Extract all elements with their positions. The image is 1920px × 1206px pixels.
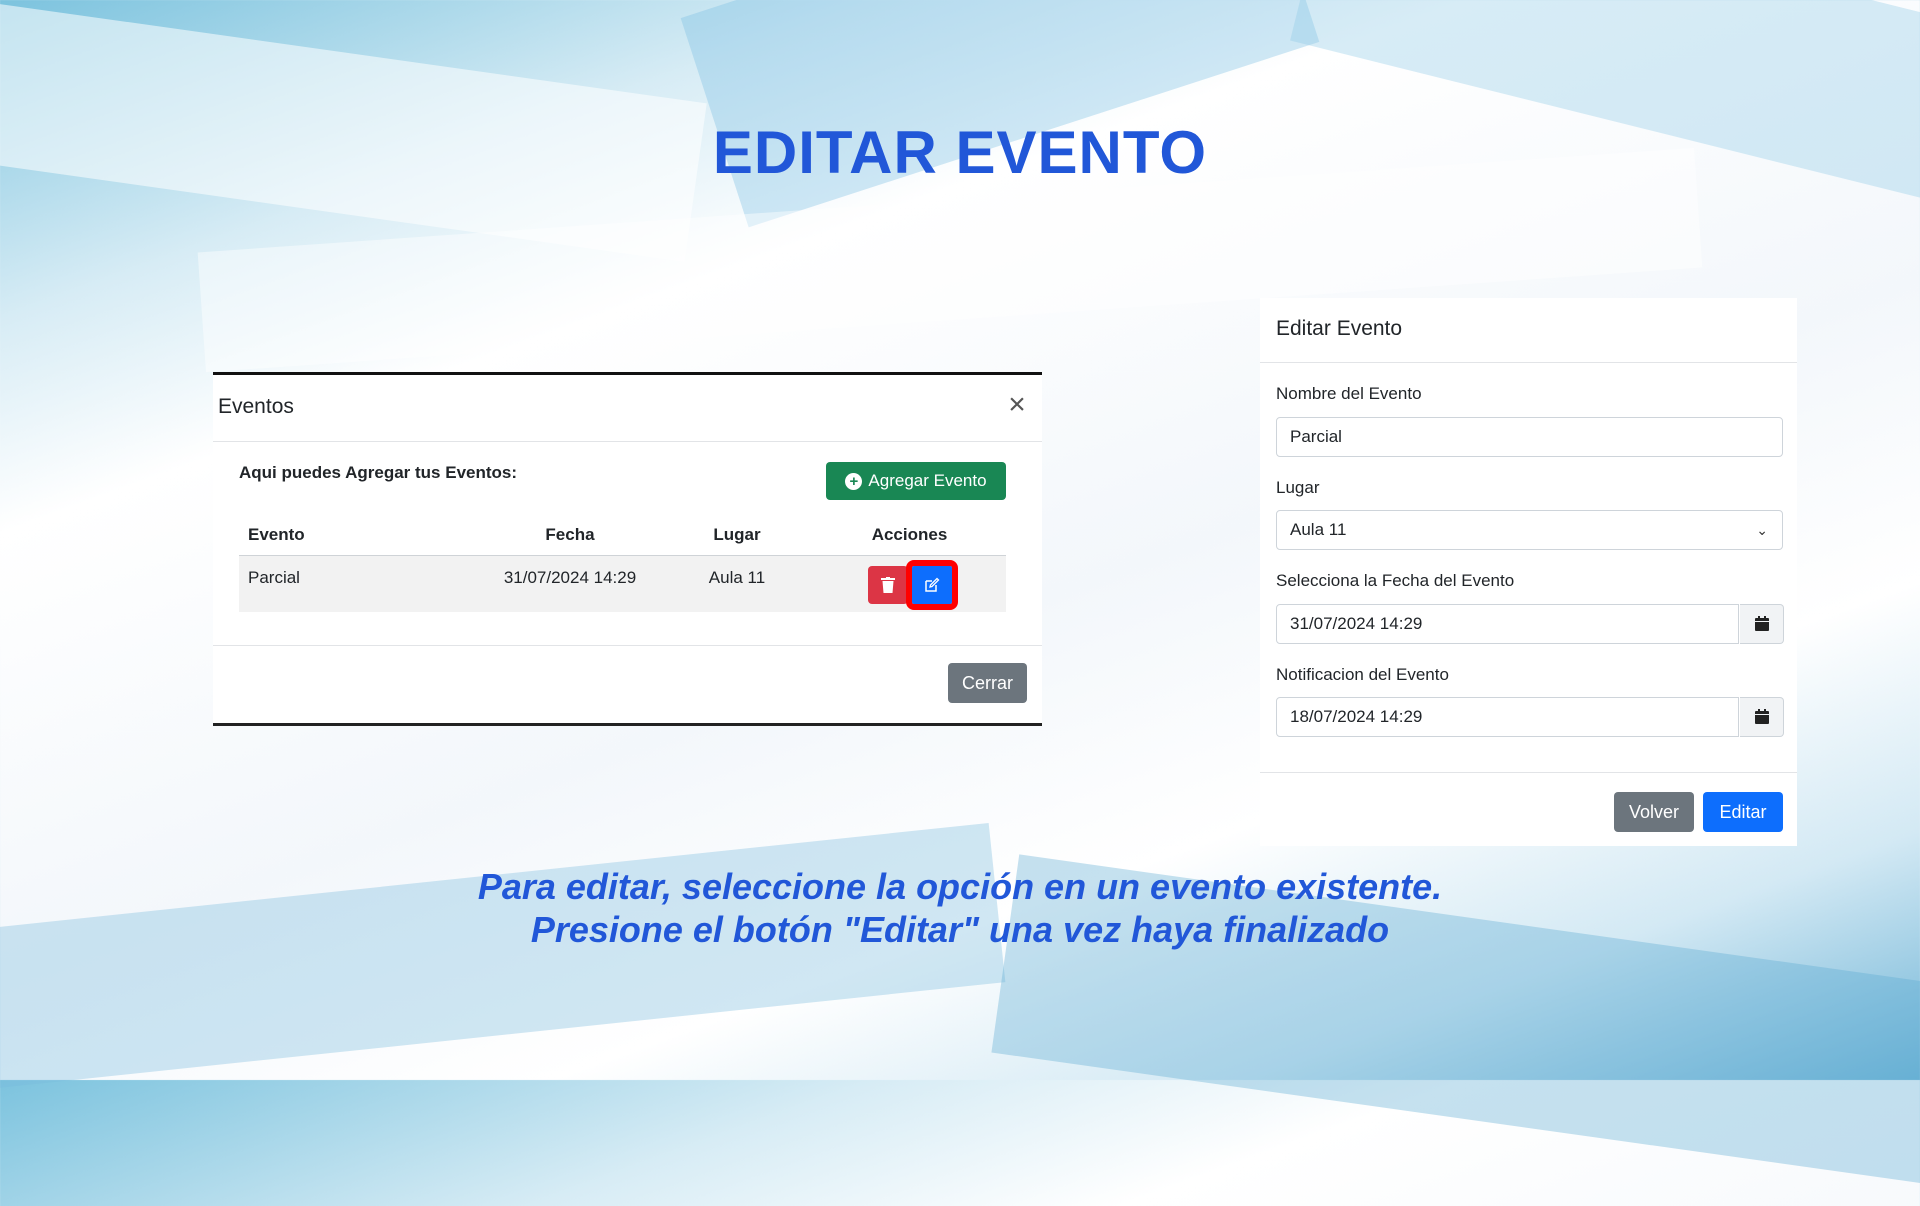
place-select-value: Aula 11 bbox=[1290, 520, 1347, 539]
chevron-down-icon: ⌄ bbox=[1756, 522, 1768, 538]
edit-event-button[interactable] bbox=[905, 560, 958, 610]
panel-footer-divider bbox=[1260, 772, 1797, 773]
add-event-button[interactable]: + Agregar Evento bbox=[826, 462, 1006, 500]
panel-title: Editar Evento bbox=[1276, 317, 1403, 340]
column-header-lugar: Lugar bbox=[661, 515, 813, 556]
events-modal: Eventos × Aqui puedes Agregar tus Evento… bbox=[213, 372, 1042, 726]
panel-header: Editar Evento bbox=[1260, 298, 1797, 363]
events-table: Evento Fecha Lugar Acciones Parcial 31/0… bbox=[239, 515, 1006, 612]
modal-header: Eventos × bbox=[213, 375, 1042, 442]
modal-title: Eventos bbox=[218, 395, 294, 418]
calendar-icon bbox=[1754, 616, 1769, 631]
row-actions bbox=[814, 560, 1005, 610]
cell-acciones bbox=[813, 555, 1006, 612]
notification-label: Notificacion del Evento bbox=[1276, 665, 1449, 684]
notification-calendar-button[interactable] bbox=[1740, 697, 1784, 737]
edit-event-panel: Editar Evento Nombre del Evento Parcial … bbox=[1260, 298, 1797, 846]
place-label: Lugar bbox=[1276, 478, 1320, 497]
page-headline: EDITAR EVENTO bbox=[712, 119, 1208, 186]
calendar-icon bbox=[1754, 709, 1769, 724]
close-icon[interactable]: × bbox=[1004, 390, 1030, 420]
cell-fecha: 31/07/2024 14:29 bbox=[479, 555, 661, 612]
edit-submit-button[interactable]: Editar bbox=[1703, 792, 1783, 832]
trash-icon bbox=[880, 577, 895, 593]
delete-button[interactable] bbox=[867, 566, 908, 604]
event-date-label: Selecciona la Fecha del Evento bbox=[1276, 571, 1515, 590]
event-date-calendar-button[interactable] bbox=[1740, 604, 1784, 644]
event-name-input[interactable]: Parcial bbox=[1276, 417, 1783, 457]
add-event-label: Agregar Evento bbox=[868, 471, 987, 490]
background-shape bbox=[680, 0, 1320, 228]
edit-icon bbox=[924, 577, 939, 592]
event-date-input[interactable]: 31/07/2024 14:29 bbox=[1276, 604, 1739, 644]
modal-intro-text: Aqui puedes Agregar tus Eventos: bbox=[239, 463, 518, 482]
caption-line-1: Para editar, seleccione la opción en un … bbox=[477, 866, 1443, 907]
column-header-evento: Evento bbox=[239, 515, 479, 556]
table-header-row: Evento Fecha Lugar Acciones bbox=[239, 515, 1006, 556]
place-select[interactable]: Aula 11 ⌄ bbox=[1276, 510, 1783, 550]
notification-date-input[interactable]: 18/07/2024 14:29 bbox=[1276, 697, 1739, 737]
plus-circle-icon: + bbox=[845, 472, 863, 490]
event-name-label: Nombre del Evento bbox=[1276, 384, 1422, 403]
back-button[interactable]: Volver bbox=[1614, 792, 1694, 832]
table-row: Parcial 31/07/2024 14:29 Aula 11 bbox=[239, 555, 1006, 612]
cell-lugar: Aula 11 bbox=[661, 555, 813, 612]
modal-footer-divider bbox=[213, 645, 1042, 646]
column-header-acciones: Acciones bbox=[813, 515, 1006, 556]
caption-line-2: Presione el botón "Editar" una vez haya … bbox=[530, 909, 1390, 950]
close-button[interactable]: Cerrar bbox=[948, 663, 1027, 703]
cell-evento: Parcial bbox=[239, 555, 479, 612]
column-header-fecha: Fecha bbox=[479, 515, 661, 556]
background-shape bbox=[0, 822, 1006, 1098]
